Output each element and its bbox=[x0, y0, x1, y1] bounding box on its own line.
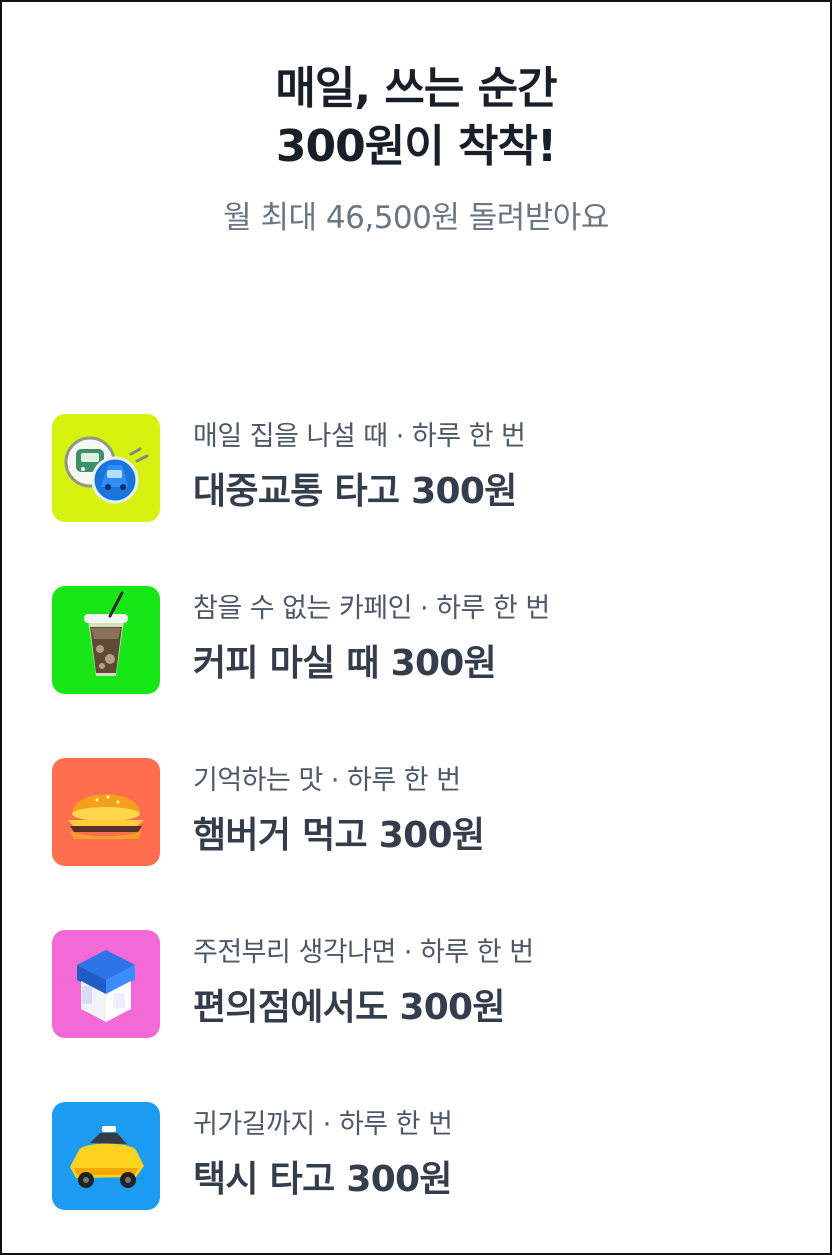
hamburger-icon bbox=[52, 758, 160, 866]
benefit-caption: 기억하는 맛 · 하루 한 번 bbox=[193, 765, 461, 796]
benefit-title: 편의점에서도 300원 bbox=[193, 987, 506, 1028]
hero-title-line-2: 300원이 착착! bbox=[275, 121, 557, 172]
benefit-coffee: 참을 수 없는 카페인 · 하루 한 번 커피 마실 때 300원 bbox=[52, 586, 812, 696]
hero-subtitle: 월 최대 46,500원 돌려받아요 bbox=[223, 200, 609, 236]
benefit-title: 커피 마실 때 300원 bbox=[193, 643, 497, 684]
benefit-caption: 귀가길까지 · 하루 한 번 bbox=[193, 1109, 453, 1140]
hero-section: 매일, 쓰는 순간 300원이 착착! 월 최대 46,500원 돌려받아요 bbox=[2, 60, 830, 238]
benefit-taxi: 귀가길까지 · 하루 한 번 택시 타고 300원 bbox=[52, 1102, 812, 1212]
benefit-caption: 매일 집을 나설 때 · 하루 한 번 bbox=[193, 421, 526, 452]
convenience-store-icon bbox=[52, 930, 160, 1038]
benefit-title: 택시 타고 300원 bbox=[193, 1159, 453, 1200]
taxi-icon bbox=[52, 1102, 160, 1210]
benefit-caption: 주전부리 생각나면 · 하루 한 번 bbox=[193, 937, 534, 968]
benefit-title: 대중교통 타고 300원 bbox=[193, 471, 517, 512]
hero-title-line-1: 매일, 쓰는 순간 bbox=[275, 63, 557, 114]
benefit-convenience-store: 주전부리 생각나면 · 하루 한 번 편의점에서도 300원 bbox=[52, 930, 812, 1040]
benefit-public-transport: 매일 집을 나설 때 · 하루 한 번 대중교통 타고 300원 bbox=[52, 414, 812, 524]
iced-coffee-icon bbox=[52, 586, 160, 694]
benefit-caption: 참을 수 없는 카페인 · 하루 한 번 bbox=[193, 593, 550, 624]
benefit-hamburger: 기억하는 맛 · 하루 한 번 햄버거 먹고 300원 bbox=[52, 758, 812, 868]
hero-title: 매일, 쓰는 순간 300원이 착착! bbox=[2, 60, 830, 176]
benefit-title: 햄버거 먹고 300원 bbox=[193, 815, 485, 856]
benefit-page: 매일, 쓰는 순간 300원이 착착! 월 최대 46,500원 돌려받아요 매… bbox=[0, 0, 832, 1255]
bus-subway-icon bbox=[52, 414, 160, 522]
